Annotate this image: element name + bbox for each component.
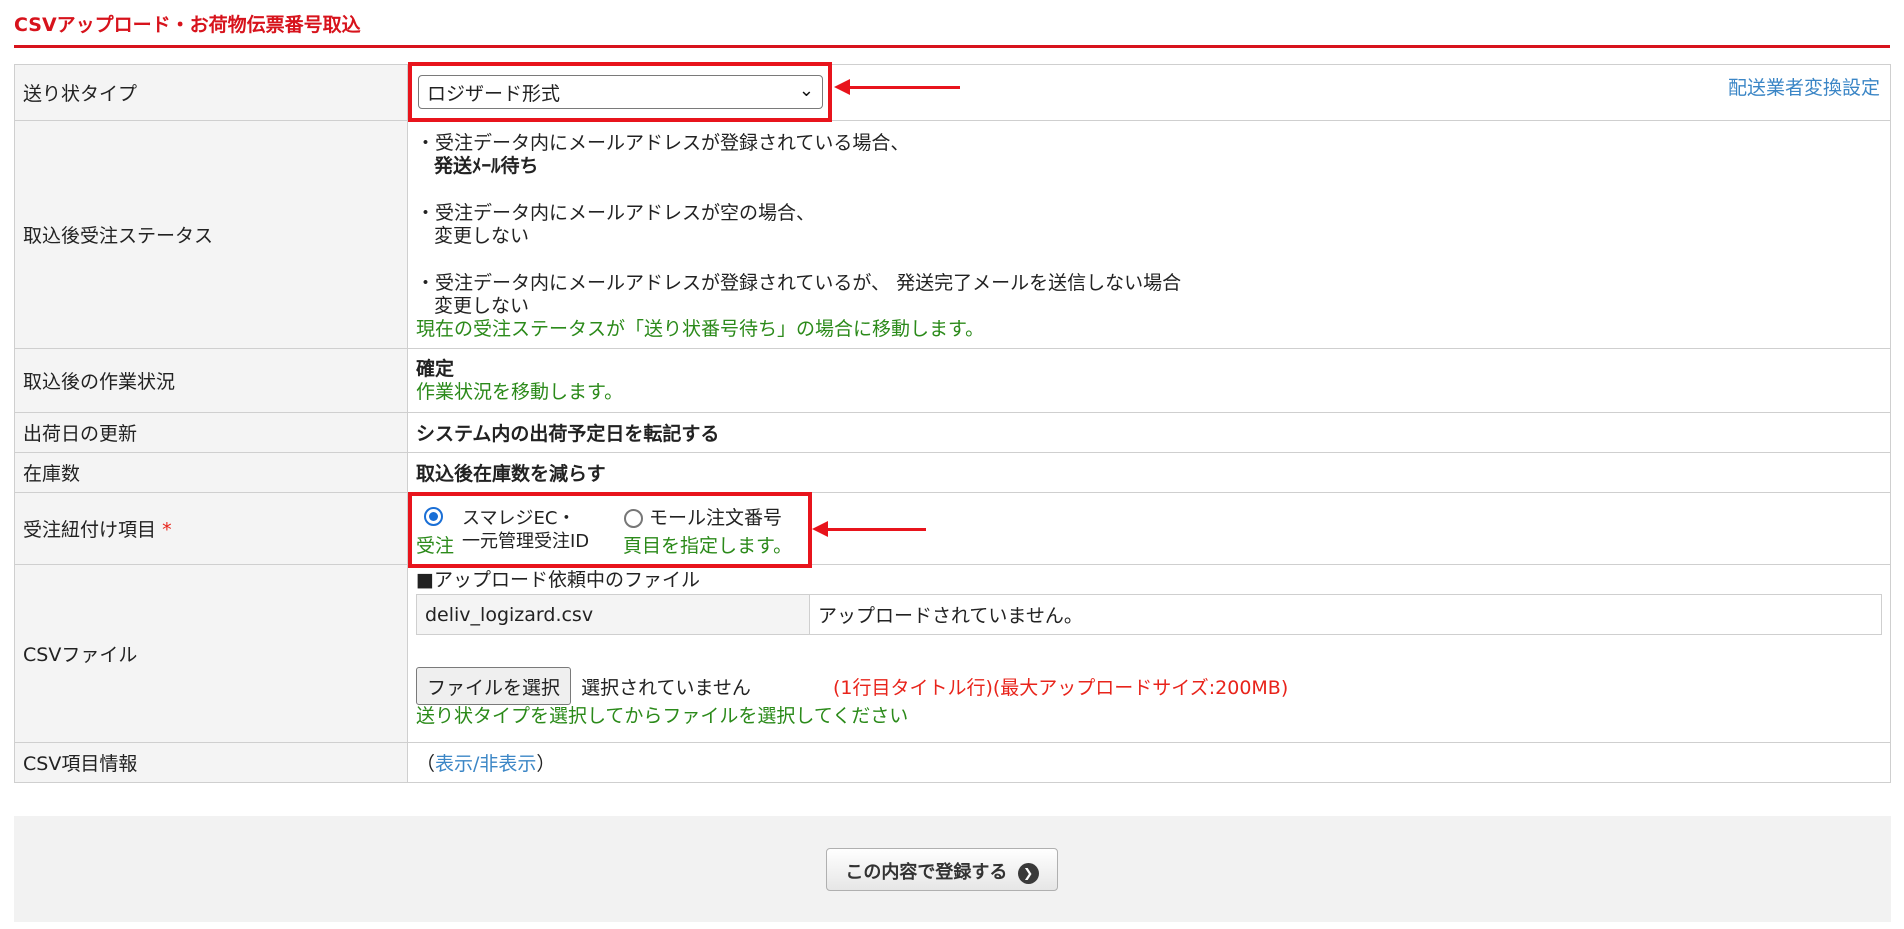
row-stock: 在庫数 取込後在庫数を減らす bbox=[14, 452, 1891, 493]
row-invoice-type: 送り状タイプ ロジザード形式 ⌄ 配送業者変換設定 bbox=[14, 64, 1891, 121]
status-line-3: ・受注データ内にメールアドレスが空の場合、 bbox=[416, 202, 816, 224]
row-ship-date: 出荷日の更新 システム内の出荷予定日を転記する bbox=[14, 412, 1891, 453]
value-csv-info: （表示/非表示） bbox=[407, 742, 1891, 783]
status-line-6: 変更しない bbox=[434, 295, 530, 317]
label-link-item: 受注紐付け項目 * bbox=[14, 492, 408, 565]
stock-value: 取込後在庫数を減らす bbox=[407, 452, 1891, 493]
paren-open: （ bbox=[416, 753, 436, 775]
page-header: CSVアップロード・お荷物伝票番号取込 bbox=[14, 0, 1890, 48]
label-invoice-type: 送り状タイプ bbox=[14, 64, 408, 121]
upload-form-table: 送り状タイプ ロジザード形式 ⌄ 配送業者変換設定 取込後受注ステータス ・受注… bbox=[14, 64, 1891, 783]
option1-line2: 一元管理受注ID bbox=[462, 531, 590, 552]
status-line-2: 発送ﾒｰﾙ待ち bbox=[434, 155, 539, 177]
row-link-item: 受注紐付け項目 * スマレジEC・ 一元管理受注ID 受注 モール注文番号 頁目… bbox=[14, 492, 1891, 565]
radio-mall-order[interactable] bbox=[624, 509, 643, 528]
link-item-note-left: 受注 bbox=[416, 535, 455, 557]
row-work-status: 取込後の作業状況 確定 作業状況を移動します。 bbox=[14, 348, 1891, 413]
radio-smaregi[interactable] bbox=[424, 507, 443, 526]
link-item-label: 受注紐付け項目 bbox=[23, 519, 157, 541]
paren-close: ） bbox=[536, 753, 556, 775]
pending-file-status: アップロードされていません。 bbox=[809, 594, 1882, 635]
annotation-arrow-link-item bbox=[812, 521, 926, 537]
choose-file-button[interactable]: ファイルを選択 bbox=[416, 667, 572, 705]
row-status: 取込後受注ステータス ・受注データ内にメールアドレスが登録されている場合、 発送… bbox=[14, 120, 1891, 349]
label-work-status: 取込後の作業状況 bbox=[14, 348, 408, 413]
file-chooser-row: ファイルを選択 選択されていません (1行目タイトル行)(最大アップロードサイズ… bbox=[416, 667, 1882, 705]
radio-option-smaregi-label: スマレジEC・ 一元管理受注ID bbox=[462, 507, 589, 553]
label-ship-date: 出荷日の更新 bbox=[14, 412, 408, 453]
status-line-4: 変更しない bbox=[434, 225, 530, 247]
pending-files-table: deliv_logizard.csv アップロードされていません。 bbox=[416, 594, 1882, 635]
upload-size-hint: (1行目タイトル行)(最大アップロードサイズ:200MB) bbox=[832, 676, 1289, 699]
status-line-1: ・受注データ内にメールアドレスが登録されている場合、 bbox=[416, 132, 910, 154]
footer-bar: この内容で登録する ❯ bbox=[14, 816, 1891, 922]
label-csv-info: CSV項目情報 bbox=[14, 742, 408, 783]
label-status: 取込後受注ステータス bbox=[14, 120, 408, 349]
submit-label: この内容で登録する bbox=[845, 862, 1008, 883]
option2-label: モール注文番号 bbox=[649, 507, 783, 529]
status-line-5: ・受注データ内にメールアドレスが登録されているが、 発送完了メールを送信しない場… bbox=[416, 272, 1182, 294]
chevron-down-icon: ⌄ bbox=[798, 80, 814, 101]
invoice-type-selected: ロジザード形式 bbox=[427, 83, 561, 105]
label-csv-file: CSVファイル bbox=[14, 564, 408, 743]
invoice-type-select[interactable]: ロジザード形式 ⌄ bbox=[418, 75, 823, 109]
annotation-arrow-invoice-type bbox=[834, 79, 960, 95]
value-link-item: スマレジEC・ 一元管理受注ID 受注 モール注文番号 頁目を指定します。 bbox=[407, 492, 1891, 565]
pending-files-heading: ■アップロード依頼中のファイル bbox=[416, 569, 700, 591]
row-csv-file: CSVファイル ■アップロード依頼中のファイル deliv_logizard.c… bbox=[14, 564, 1891, 743]
link-item-note-right: 頁目を指定します。 bbox=[623, 535, 793, 557]
work-status-note: 作業状況を移動します。 bbox=[416, 380, 624, 403]
value-invoice-type: ロジザード形式 ⌄ 配送業者変換設定 bbox=[407, 64, 1891, 121]
page-title: CSVアップロード・お荷物伝票番号取込 bbox=[14, 14, 361, 36]
radio-option-mall-order[interactable]: モール注文番号 bbox=[624, 503, 782, 530]
value-csv-file: ■アップロード依頼中のファイル deliv_logizard.csv アップロー… bbox=[407, 564, 1891, 743]
select-type-hint: 送り状タイプを選択してからファイルを選択してください bbox=[416, 705, 909, 727]
label-stock: 在庫数 bbox=[14, 452, 408, 493]
radio-option-smaregi[interactable] bbox=[424, 505, 443, 527]
arrow-right-circle-icon: ❯ bbox=[1017, 862, 1039, 884]
ship-date-value: システム内の出荷予定日を転記する bbox=[407, 412, 1891, 453]
no-file-selected-text: 選択されていません bbox=[581, 676, 751, 699]
work-status-value: 確定 bbox=[416, 357, 455, 380]
table-row: deliv_logizard.csv アップロードされていません。 bbox=[416, 594, 1882, 635]
csv-info-toggle-link[interactable]: 表示/非表示 bbox=[435, 753, 536, 775]
value-status: ・受注データ内にメールアドレスが登録されている場合、 発送ﾒｰﾙ待ち ・受注デー… bbox=[407, 120, 1891, 349]
required-mark: * bbox=[162, 519, 172, 541]
carrier-conversion-settings-link[interactable]: 配送業者変換設定 bbox=[1728, 73, 1880, 100]
value-work-status: 確定 作業状況を移動します。 bbox=[407, 348, 1891, 413]
option1-line1: スマレジEC・ bbox=[462, 508, 576, 529]
submit-button[interactable]: この内容で登録する ❯ bbox=[826, 848, 1058, 891]
status-note: 現在の受注ステータスが「送り状番号待ち」の場合に移動します。 bbox=[416, 318, 985, 340]
pending-file-name: deliv_logizard.csv bbox=[416, 594, 810, 635]
row-csv-info: CSV項目情報 （表示/非表示） bbox=[14, 742, 1891, 783]
